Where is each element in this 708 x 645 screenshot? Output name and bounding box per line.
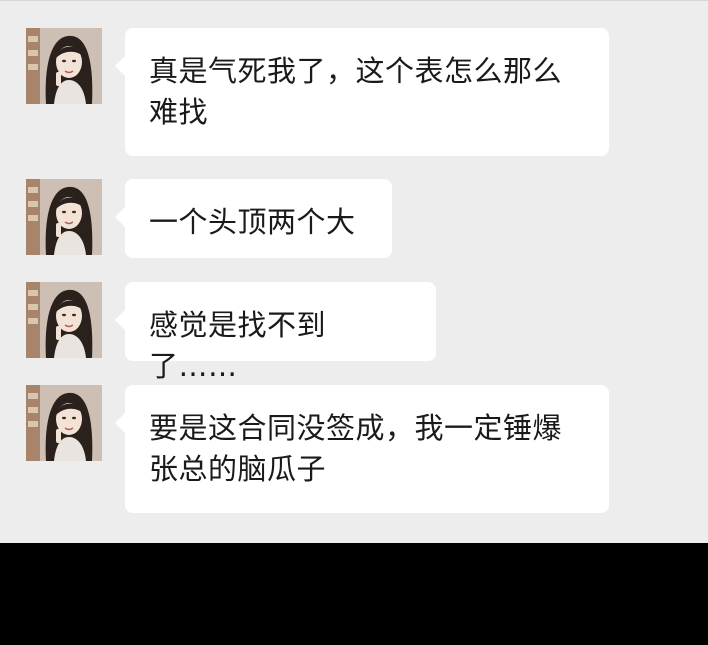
message-text: 感觉是找不到了…… [149, 308, 327, 383]
message-bubble[interactable]: 真是气死我了，这个表怎么那么难找 [115, 28, 609, 156]
message-bubble[interactable]: 感觉是找不到了…… [115, 282, 436, 383]
avatar[interactable] [26, 282, 102, 358]
bottom-black-bar [0, 543, 708, 645]
message-text: 要是这合同没签成，我一定锤爆张总的脑瓜子 [149, 411, 563, 486]
avatar-image [26, 28, 102, 104]
message-bubble[interactable]: 要是这合同没签成，我一定锤爆张总的脑瓜子 [115, 385, 609, 513]
avatar[interactable] [26, 179, 102, 255]
message-text: 一个头顶两个大 [149, 205, 356, 239]
message-bubble[interactable]: 一个头顶两个大 [115, 179, 392, 258]
chat-area: 真是气死我了，这个表怎么那么难找 一个头顶两个大 感觉是找不到了…… 要是这合同… [0, 0, 708, 543]
message-text: 真是气死我了，这个表怎么那么难找 [149, 54, 563, 129]
avatar-image [26, 179, 102, 255]
avatar[interactable] [26, 385, 102, 461]
avatar-image [26, 282, 102, 358]
avatar[interactable] [26, 28, 102, 104]
avatar-image [26, 385, 102, 461]
